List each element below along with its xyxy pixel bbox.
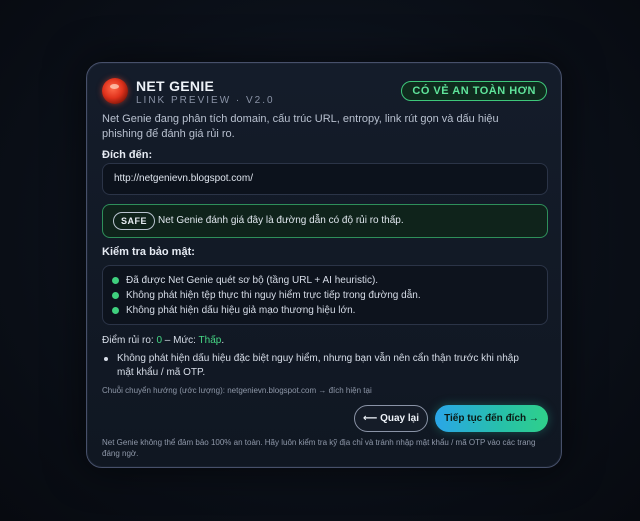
risk-level: Thấp: [198, 335, 222, 346]
list-item: Không phát hiện tệp thực thi nguy hiểm t…: [112, 290, 421, 301]
check-item-text: Không phát hiện tệp thực thi nguy hiểm t…: [126, 290, 421, 301]
safe-pill: SAFE: [113, 212, 156, 230]
net-genie-logo-icon: [102, 78, 128, 104]
destination-url-field[interactable]: http://netgenievn.blogspot.com/: [102, 163, 548, 195]
safety-message: Net Genie đánh giá đây là đường dẫn có đ…: [158, 215, 404, 226]
green-dot-icon: [112, 292, 119, 299]
list-item: Không phát hiện dấu hiệu giả mạo thương …: [112, 305, 355, 316]
link-preview-card: NET GENIE LINK PREVIEW · V2.0 CÓ VẺ AN T…: [86, 62, 562, 468]
check-item-text: Không phát hiện dấu hiệu giả mạo thương …: [126, 305, 356, 316]
list-item: Đã được Net Genie quét sơ bộ (tầng URL +…: [112, 275, 378, 286]
destination-label: Đích đến:: [102, 149, 153, 161]
safety-verdict-box: SAFE Net Genie đánh giá đây là đường dẫn…: [102, 204, 548, 238]
redirect-chain: Chuỗi chuyển hướng (ước lượng): netgenie…: [102, 386, 372, 395]
analysis-description: Net Genie đang phân tích domain, cấu trú…: [102, 113, 499, 140]
disclaimer-footer: Net Genie không thể đảm bảo 100% an toàn…: [102, 438, 536, 458]
security-check-list: Đã được Net Genie quét sơ bộ (tầng URL +…: [102, 265, 548, 325]
brand-name: NET GENIE: [136, 78, 215, 94]
green-dot-icon: [112, 307, 119, 314]
status-badge: CÓ VẺ AN TOÀN HƠN: [401, 81, 547, 101]
brand-subtitle: LINK PREVIEW · V2.0: [136, 95, 275, 106]
back-button[interactable]: ⟵ Quay lại: [354, 405, 428, 432]
risk-prefix: Điểm rủi ro:: [102, 335, 157, 346]
destination-url-text: http://netgenievn.blogspot.com/: [114, 173, 253, 184]
risk-note: Không phát hiện dấu hiệu đặc biệt nguy h…: [104, 352, 537, 380]
security-check-label: Kiểm tra bảo mật:: [102, 246, 195, 258]
risk-separator: – Mức:: [162, 335, 199, 346]
risk-suffix: .: [221, 335, 225, 346]
green-dot-icon: [112, 277, 119, 284]
check-item-text: Đã được Net Genie quét sơ bộ (tầng URL +…: [126, 275, 379, 286]
continue-button[interactable]: Tiếp tục đến đích →: [435, 405, 548, 432]
risk-score-line: Điểm rủi ro: 0 – Mức: Thấp.: [102, 335, 224, 346]
